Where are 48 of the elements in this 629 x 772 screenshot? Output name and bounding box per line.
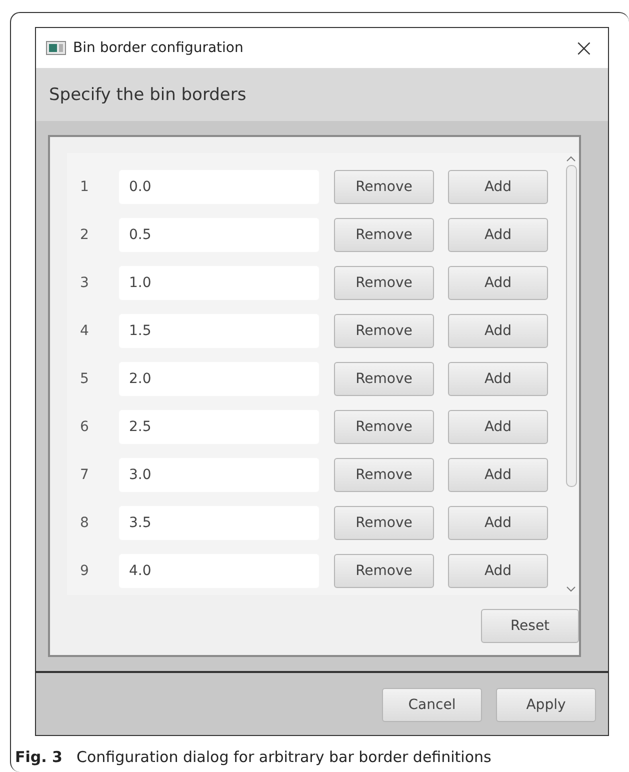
row-number: 2: [79, 227, 90, 243]
add-button[interactable]: Add: [448, 410, 548, 444]
value-field[interactable]: 2.5: [119, 410, 319, 444]
window-icon: [46, 41, 66, 55]
row-number: 7: [79, 467, 90, 483]
remove-button[interactable]: Remove: [334, 266, 434, 300]
caret-up-icon[interactable]: [566, 155, 576, 163]
add-button[interactable]: Add: [448, 314, 548, 348]
value-field[interactable]: 4.0: [119, 554, 319, 588]
add-button[interactable]: Add: [448, 218, 548, 252]
dialog-heading: Specify the bin borders: [36, 68, 608, 121]
cancel-button[interactable]: Cancel: [382, 688, 482, 722]
value-field[interactable]: 3.0: [119, 458, 319, 492]
row-number: 6: [79, 419, 90, 435]
remove-button[interactable]: Remove: [334, 314, 434, 348]
row-number: 3: [79, 275, 90, 291]
row-number: 5: [79, 371, 90, 387]
value-field[interactable]: 1.0: [119, 266, 319, 300]
apply-button[interactable]: Apply: [496, 688, 596, 722]
window-title: Bin border configuration: [73, 40, 244, 56]
row-number: 8: [79, 515, 90, 531]
remove-button[interactable]: Remove: [334, 458, 434, 492]
row-number: 4: [79, 323, 90, 339]
scrollbar[interactable]: [563, 153, 579, 595]
value-field[interactable]: 1.5: [119, 314, 319, 348]
reset-button[interactable]: Reset: [481, 609, 579, 643]
add-button[interactable]: Add: [448, 506, 548, 540]
remove-button[interactable]: Remove: [334, 170, 434, 204]
caption-text: Configuration dialog for arbitrary bar border definitions: [76, 748, 492, 766]
remove-button[interactable]: Remove: [334, 506, 434, 540]
add-button[interactable]: Add: [448, 362, 548, 396]
value-field[interactable]: 3.5: [119, 506, 319, 540]
add-button[interactable]: Add: [448, 266, 548, 300]
value-field[interactable]: 2.0: [119, 362, 319, 396]
remove-button[interactable]: Remove: [334, 554, 434, 588]
row-number: 1: [79, 179, 90, 195]
value-field[interactable]: 0.5: [119, 218, 319, 252]
remove-button[interactable]: Remove: [334, 362, 434, 396]
value-field[interactable]: 0.0: [119, 170, 319, 204]
caret-down-icon[interactable]: [566, 585, 576, 593]
add-button[interactable]: Add: [448, 170, 548, 204]
row-number: 9: [79, 563, 90, 579]
remove-button[interactable]: Remove: [334, 218, 434, 252]
close-button[interactable]: ×: [570, 36, 598, 60]
add-button[interactable]: Add: [448, 458, 548, 492]
caption-label: Fig. 3: [15, 748, 62, 766]
remove-button[interactable]: Remove: [334, 410, 434, 444]
add-button[interactable]: Add: [448, 554, 548, 588]
